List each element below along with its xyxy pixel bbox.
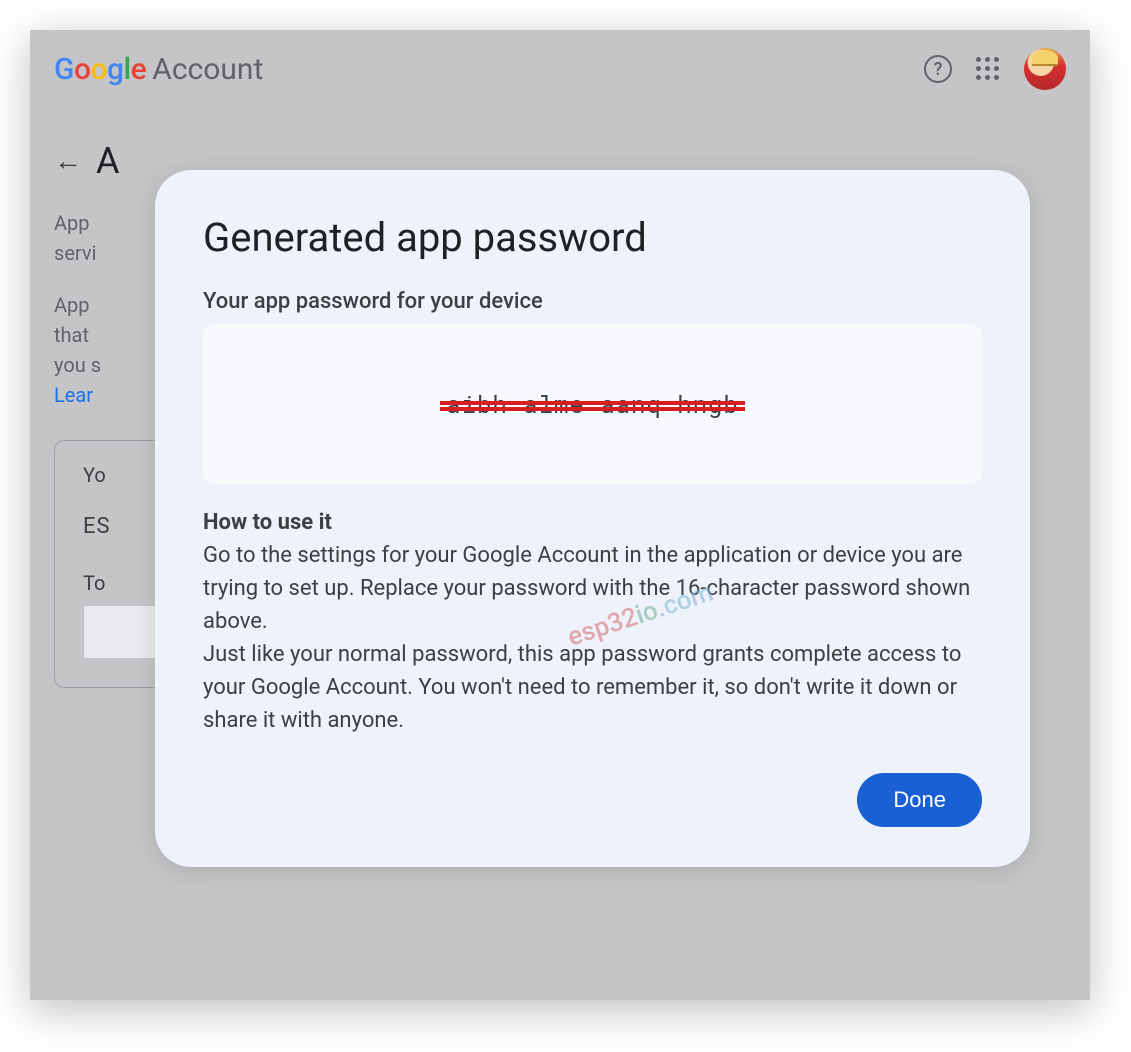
learn-more-link[interactable]: Lear <box>54 383 93 407</box>
howto-paragraph-2: Just like your normal password, this app… <box>203 638 982 737</box>
done-button[interactable]: Done <box>857 773 982 827</box>
modal-subtitle: Your app password for your device <box>203 289 982 314</box>
intro-line: App <box>54 211 90 235</box>
generated-password-modal: Generated app password Your app password… <box>155 170 1030 867</box>
page-title: A <box>96 140 119 182</box>
intro-line: you s <box>54 353 101 377</box>
entry-name: ES <box>83 514 111 539</box>
profile-avatar[interactable] <box>1024 48 1066 90</box>
back-arrow-icon[interactable]: ← <box>54 147 82 175</box>
help-icon[interactable]: ? <box>924 55 952 83</box>
intro-line: servi <box>54 241 96 265</box>
intro-line: that <box>54 323 89 347</box>
modal-title: Generated app password <box>203 214 982 261</box>
modal-actions: Done <box>203 773 982 827</box>
generated-password-redacted: aibh alme aanq hngb <box>446 388 739 420</box>
logo-block: Google Account <box>54 52 263 87</box>
howto-paragraph-1: Go to the settings for your Google Accou… <box>203 539 982 638</box>
google-logo: Google <box>54 52 146 87</box>
password-display-box: aibh alme aanq hngb <box>203 324 982 484</box>
header-bar: Google Account ? <box>30 30 1090 112</box>
page-background: Google Account ? ← A App servi App that … <box>30 30 1090 1000</box>
header-actions: ? <box>924 48 1066 90</box>
intro-line: App <box>54 293 90 317</box>
apps-grid-icon[interactable] <box>976 57 1000 81</box>
account-label: Account <box>152 52 263 87</box>
howto-heading: How to use it <box>203 510 982 535</box>
